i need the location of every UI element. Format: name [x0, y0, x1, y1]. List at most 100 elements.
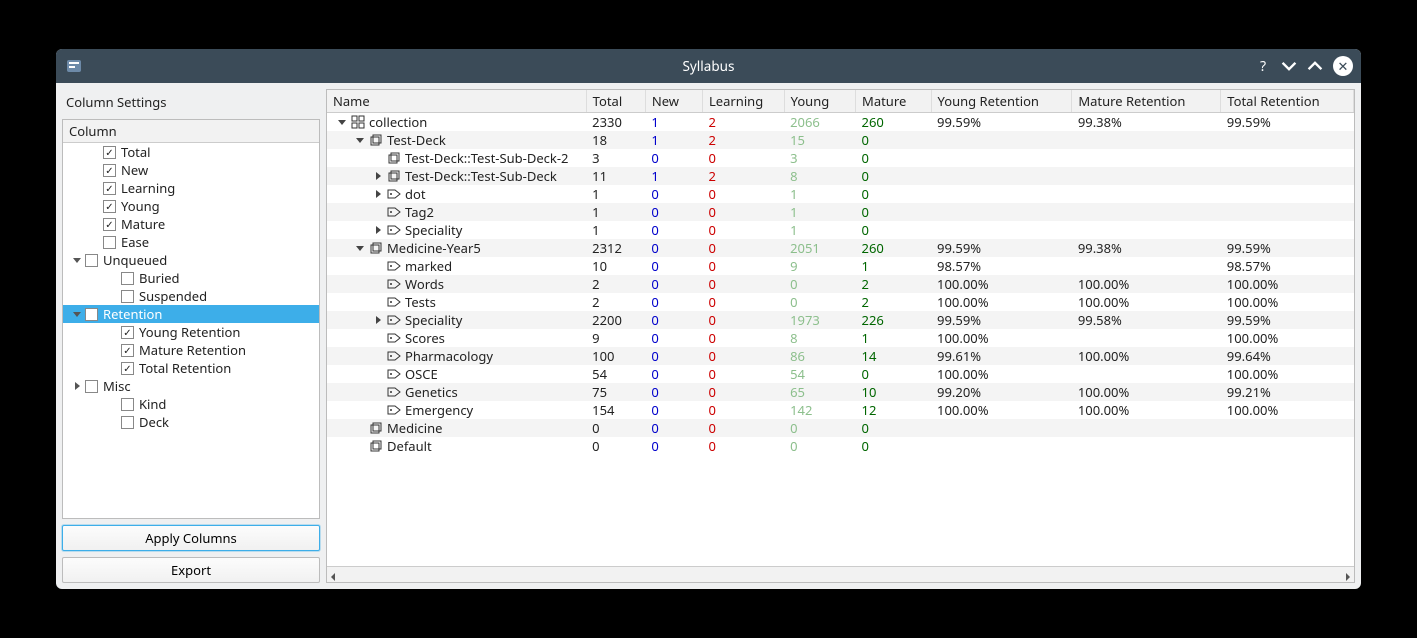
checkbox[interactable]: [121, 398, 134, 411]
table-row[interactable]: Tag210010: [327, 203, 1354, 221]
cell-young: 1973: [784, 311, 855, 329]
chevron-right-icon[interactable]: [373, 315, 383, 325]
cell-mr: 100.00%: [1072, 293, 1221, 311]
checkbox[interactable]: [103, 200, 116, 213]
table-row[interactable]: Medicine00000: [327, 419, 1354, 437]
column-item-learning[interactable]: Learning: [63, 179, 319, 197]
table-row[interactable]: Words20002100.00%100.00%100.00%: [327, 275, 1354, 293]
chevron-down-icon[interactable]: [71, 254, 83, 266]
table-header-row[interactable]: NameTotalNewLearningYoungMatureYoung Ret…: [327, 90, 1354, 113]
column-item-young[interactable]: Young: [63, 197, 319, 215]
col-header-mature-retention[interactable]: Mature Retention: [1072, 90, 1221, 113]
table-row[interactable]: Genetics7500651099.20%100.00%99.21%: [327, 383, 1354, 401]
column-item-young-retention[interactable]: Young Retention: [63, 323, 319, 341]
column-item-suspended[interactable]: Suspended: [63, 287, 319, 305]
checkbox[interactable]: [103, 164, 116, 177]
col-header-name[interactable]: Name: [327, 90, 586, 113]
cell-mature: 0: [856, 131, 932, 149]
table-row[interactable]: Scores90081100.00%100.00%: [327, 329, 1354, 347]
table-row[interactable]: Emergency1540014212100.00%100.00%100.00%: [327, 401, 1354, 419]
column-item-total-retention[interactable]: Total Retention: [63, 359, 319, 377]
cell-tr: [1221, 437, 1354, 455]
arrow-spacer: [107, 290, 119, 302]
column-item-deck[interactable]: Deck: [63, 413, 319, 431]
checkbox[interactable]: [121, 416, 134, 429]
table-row[interactable]: Test-Deck::Test-Sub-Deck-230030: [327, 149, 1354, 167]
col-header-new[interactable]: New: [645, 90, 702, 113]
column-item-mature[interactable]: Mature: [63, 215, 319, 233]
table-row[interactable]: collection233012206626099.59%99.38%99.59…: [327, 113, 1354, 132]
cell-new: 0: [645, 383, 702, 401]
apply-columns-button[interactable]: Apply Columns: [62, 525, 320, 551]
table-row[interactable]: Speciality10010: [327, 221, 1354, 239]
chevron-right-icon[interactable]: [373, 225, 383, 235]
column-item-retention[interactable]: Retention: [63, 305, 319, 323]
export-button[interactable]: Export: [62, 557, 320, 583]
checkbox[interactable]: [85, 380, 98, 393]
column-item-buried[interactable]: Buried: [63, 269, 319, 287]
column-item-ease[interactable]: Ease: [63, 233, 319, 251]
scroll-right-icon[interactable]: [1344, 564, 1352, 584]
table-row[interactable]: marked10009198.57%98.57%: [327, 257, 1354, 275]
table-row[interactable]: Speciality220000197322699.59%99.58%99.59…: [327, 311, 1354, 329]
col-header-total[interactable]: Total: [586, 90, 645, 113]
column-item-kind[interactable]: Kind: [63, 395, 319, 413]
col-header-total-retention[interactable]: Total Retention: [1221, 90, 1354, 113]
row-name: collection: [369, 113, 427, 131]
column-item-misc[interactable]: Misc: [63, 377, 319, 395]
column-item-mature-retention[interactable]: Mature Retention: [63, 341, 319, 359]
checkbox[interactable]: [121, 326, 134, 339]
column-item-unqueued[interactable]: Unqueued: [63, 251, 319, 269]
checkbox[interactable]: [103, 218, 116, 231]
checkbox[interactable]: [103, 182, 116, 195]
column-item-label: Deck: [139, 413, 169, 431]
chevron-down-icon[interactable]: [355, 243, 365, 253]
horizontal-scrollbar[interactable]: [327, 566, 1354, 582]
chevron-down-icon[interactable]: [355, 135, 365, 145]
chevron-down-icon[interactable]: [337, 117, 347, 127]
arrow-spacer: [373, 297, 383, 307]
table-row[interactable]: Default00000: [327, 437, 1354, 455]
checkbox[interactable]: [121, 344, 134, 357]
scroll-left-icon[interactable]: [329, 564, 337, 584]
arrow-spacer: [107, 416, 119, 428]
checkbox[interactable]: [103, 146, 116, 159]
chevron-right-icon[interactable]: [373, 171, 383, 181]
checkbox[interactable]: [121, 290, 134, 303]
cell-young: 0: [784, 437, 855, 455]
col-header-young[interactable]: Young: [784, 90, 855, 113]
help-icon[interactable]: ?: [1255, 58, 1271, 74]
column-item-total[interactable]: Total: [63, 143, 319, 161]
minimize-icon[interactable]: [1281, 58, 1297, 74]
table-row[interactable]: Pharmacology10000861499.61%100.00%99.64%: [327, 347, 1354, 365]
table-row[interactable]: Test-Deck1812150: [327, 131, 1354, 149]
cell-mature: 260: [856, 113, 932, 132]
cell-learning: 0: [702, 203, 784, 221]
col-header-mature[interactable]: Mature: [856, 90, 932, 113]
column-tree[interactable]: Column TotalNewLearningYoungMatureEaseUn…: [62, 119, 320, 519]
row-name: Scores: [405, 329, 445, 347]
data-table-wrap[interactable]: NameTotalNewLearningYoungMatureYoung Ret…: [327, 90, 1354, 566]
checkbox[interactable]: [103, 236, 116, 249]
cell-yr: 99.61%: [931, 347, 1072, 365]
col-header-young-retention[interactable]: Young Retention: [931, 90, 1072, 113]
close-icon[interactable]: ✕: [1333, 56, 1353, 76]
maximize-icon[interactable]: [1307, 58, 1323, 74]
checkbox[interactable]: [85, 308, 98, 321]
table-row[interactable]: dot10010: [327, 185, 1354, 203]
col-header-learning[interactable]: Learning: [702, 90, 784, 113]
chevron-right-icon[interactable]: [71, 380, 83, 392]
checkbox[interactable]: [121, 362, 134, 375]
checkbox[interactable]: [85, 254, 98, 267]
column-tree-header[interactable]: Column: [63, 120, 319, 143]
chevron-down-icon[interactable]: [71, 308, 83, 320]
table-row[interactable]: OSCE5400540100.00%100.00%: [327, 365, 1354, 383]
titlebar[interactable]: Syllabus ? ✕: [56, 49, 1361, 83]
table-row[interactable]: Tests20002100.00%100.00%100.00%: [327, 293, 1354, 311]
chevron-right-icon[interactable]: [373, 189, 383, 199]
column-item-new[interactable]: New: [63, 161, 319, 179]
checkbox[interactable]: [121, 272, 134, 285]
table-row[interactable]: Test-Deck::Test-Sub-Deck111280: [327, 167, 1354, 185]
table-row[interactable]: Medicine-Year5231200205126099.59%99.38%9…: [327, 239, 1354, 257]
cell-mr: 99.38%: [1072, 113, 1221, 132]
